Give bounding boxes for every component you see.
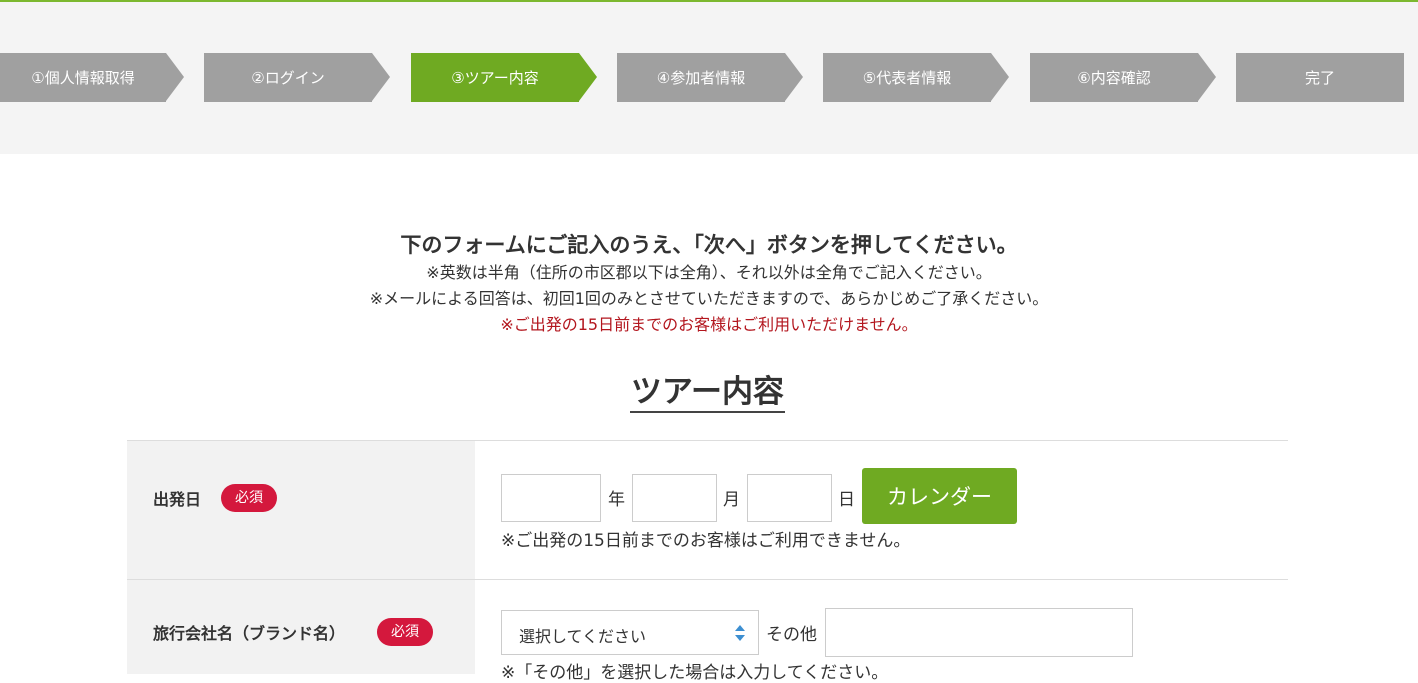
instruction-heading: 下のフォームにご記入のうえ、「次へ」ボタンを押してください。 bbox=[400, 233, 1018, 257]
section-title: ツアー内容 bbox=[630, 374, 785, 410]
departure-label-cell bbox=[127, 441, 475, 579]
travel-agency-label: 旅行会社名（ブランド名） bbox=[153, 624, 346, 643]
month-unit-label: 月 bbox=[723, 490, 740, 510]
step-login: ②ログイン bbox=[204, 53, 390, 102]
step-representative-info: ⑤代表者情報 bbox=[823, 53, 1009, 102]
departure-note: ※ご出発の15日前までのお客様はご利用できません。 bbox=[501, 531, 911, 551]
select-arrows-icon bbox=[735, 625, 745, 641]
other-label: その他 bbox=[766, 625, 817, 645]
step-participant-info: ④参加者情報 bbox=[617, 53, 803, 102]
departure-month-input[interactable] bbox=[632, 474, 717, 522]
progress-steps-bar: ①個人情報取得 ②ログイン ③ツアー内容 ④参加者情報 ⑤代表者情報 ⑥内容確認… bbox=[0, 2, 1418, 154]
instruction-warning: ※ご出発の15日前までのお客様はご利用いただけません。 bbox=[500, 315, 918, 334]
section-title-underline bbox=[630, 411, 785, 413]
day-unit-label: 日 bbox=[838, 490, 855, 510]
required-badge: 必須 bbox=[221, 484, 277, 512]
year-unit-label: 年 bbox=[608, 490, 625, 510]
departure-date-label: 出発日 bbox=[153, 490, 202, 509]
calendar-button[interactable]: カレンダー bbox=[862, 468, 1017, 524]
required-badge: 必須 bbox=[377, 618, 433, 646]
travel-agency-select-value: 選択してください bbox=[519, 627, 647, 646]
step-personal-info: ①個人情報取得 bbox=[0, 53, 184, 102]
instruction-line-2: ※メールによる回答は、初回1回のみとさせていただきますので、あらかじめご了承くだ… bbox=[369, 289, 1049, 308]
instruction-line-1: ※英数は半角（住所の市区郡以下は全角）、それ以外は全角でご記入ください。 bbox=[426, 263, 992, 282]
step-complete: 完了 bbox=[1236, 53, 1404, 102]
step-tour-details: ③ツアー内容 bbox=[411, 53, 597, 102]
departure-year-input[interactable] bbox=[501, 474, 601, 522]
form-instructions: 下のフォームにご記入のうえ、「次へ」ボタンを押してください。 ※英数は半角（住所… bbox=[0, 230, 1418, 338]
departure-day-input[interactable] bbox=[747, 474, 832, 522]
travel-agency-select[interactable]: 選択してください bbox=[501, 610, 759, 655]
other-agency-input[interactable] bbox=[825, 608, 1133, 657]
travel-agency-note: ※「その他」を選択した場合は入力してください。 bbox=[501, 663, 889, 683]
step-confirm: ⑥内容確認 bbox=[1030, 53, 1216, 102]
